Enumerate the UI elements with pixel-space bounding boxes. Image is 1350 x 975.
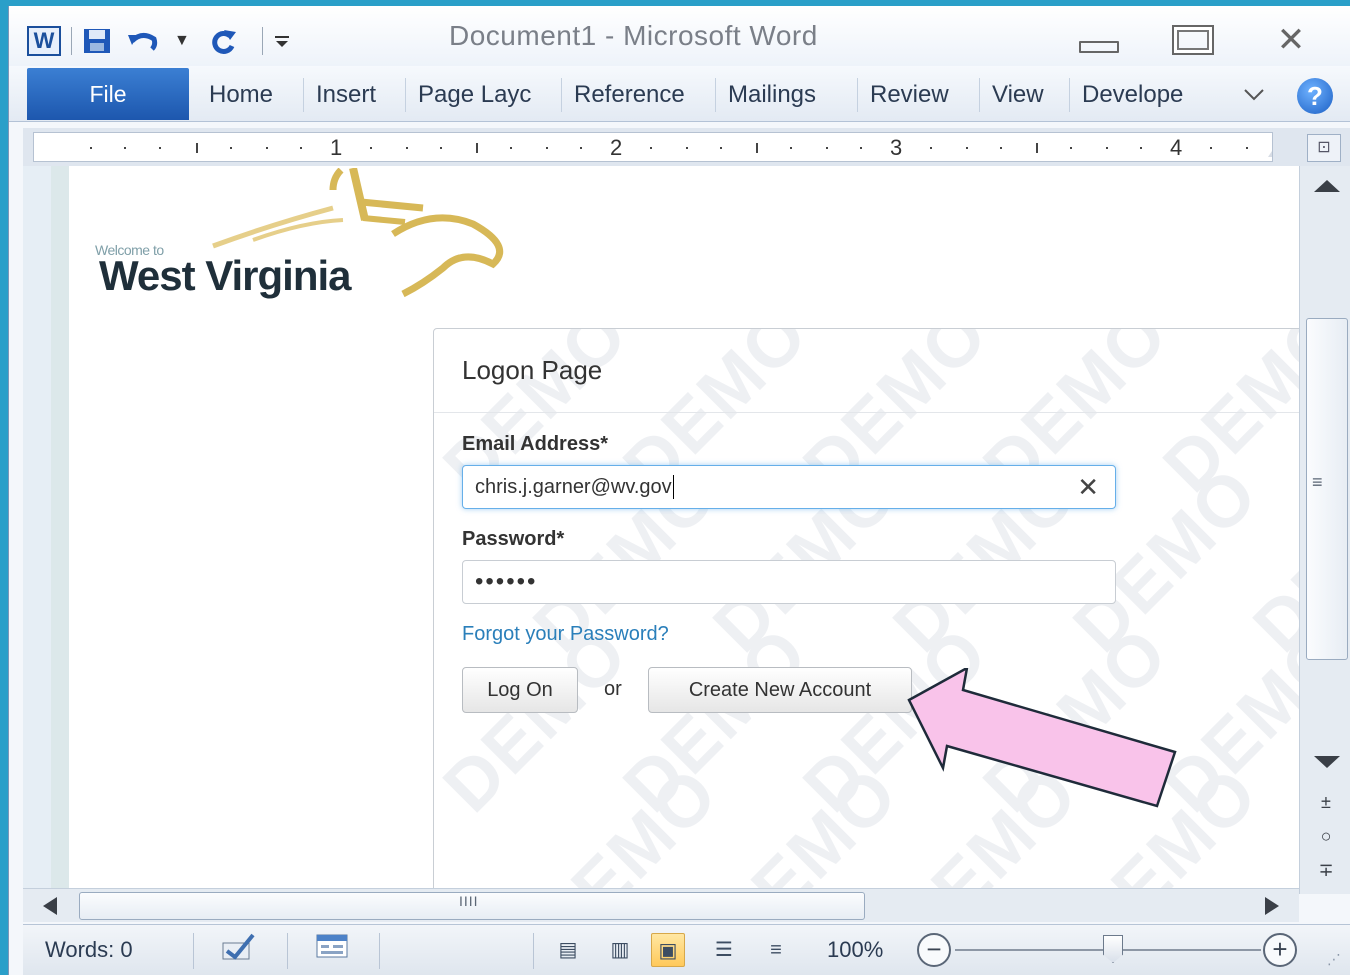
password-field[interactable]: •••••• bbox=[462, 560, 1116, 604]
resize-grip-icon[interactable]: ⋰ bbox=[1327, 951, 1341, 968]
tab-insert[interactable]: Insert bbox=[303, 78, 388, 112]
tab-review[interactable]: Review bbox=[857, 78, 961, 112]
password-label: Password* bbox=[462, 528, 565, 550]
redo-icon[interactable] bbox=[208, 26, 238, 56]
undo-dropdown-icon[interactable]: ▼ bbox=[174, 26, 190, 56]
clear-icon[interactable]: ✕ bbox=[1077, 472, 1099, 503]
word-window: W ▼ Document1 - Microsoft Word ✕ File Ho… bbox=[8, 6, 1350, 975]
email-value: chris.j.garner@wv.gov bbox=[475, 475, 672, 498]
undo-icon[interactable] bbox=[126, 26, 160, 56]
ruler-number: 4 bbox=[1170, 135, 1183, 160]
close-button[interactable]: ✕ bbox=[1265, 21, 1317, 59]
forgot-password-link[interactable]: Forgot your Password? bbox=[462, 623, 669, 646]
full-screen-reading-icon[interactable]: ▥ bbox=[603, 933, 637, 967]
ribbon-tabs: File Home Insert Page Layc Reference Mai… bbox=[9, 66, 1350, 122]
draft-view-icon[interactable]: ≡ bbox=[759, 933, 793, 967]
scroll-right-icon[interactable] bbox=[1265, 897, 1279, 915]
zoom-slider-thumb[interactable] bbox=[1103, 935, 1123, 963]
word-count[interactable]: Words: 0 bbox=[45, 937, 133, 963]
scroll-down-icon[interactable] bbox=[1314, 756, 1340, 768]
ruler-number: 1 bbox=[330, 135, 343, 160]
previous-page-icon[interactable]: ± bbox=[1314, 792, 1338, 813]
vertical-scrollbar[interactable]: ≡ ± ○ ∓ bbox=[1299, 166, 1350, 894]
proofing-icon[interactable] bbox=[217, 933, 257, 970]
email-label: Email Address* bbox=[462, 433, 608, 455]
scroll-grip-icon: ≡ bbox=[1312, 472, 1323, 492]
tab-references[interactable]: Reference bbox=[561, 78, 713, 112]
email-field[interactable]: chris.j.garner@wv.gov ✕ bbox=[462, 465, 1116, 509]
text-caret bbox=[672, 475, 674, 499]
qat-separator bbox=[261, 27, 263, 55]
annotation-arrow bbox=[907, 668, 1177, 808]
logo-state-name: West Virginia bbox=[99, 252, 352, 299]
panel-header: Logon Page bbox=[434, 329, 1299, 413]
scroll-grip-icon: IIII bbox=[459, 893, 479, 909]
status-bar: Words: 0 ▤ ▥ ▣ ☰ ≡ 100% − + ⋰ bbox=[23, 924, 1350, 975]
ruler-number: 3 bbox=[890, 135, 903, 160]
next-page-icon[interactable]: ∓ bbox=[1314, 860, 1338, 881]
page-title: Logon Page bbox=[462, 355, 603, 385]
view-ruler-icon[interactable]: ⊡ bbox=[1307, 134, 1341, 162]
minimize-button[interactable] bbox=[1073, 22, 1125, 58]
tab-view[interactable]: View bbox=[979, 78, 1056, 112]
web-layout-view-icon[interactable]: ▣ bbox=[651, 933, 685, 967]
zoom-in-icon[interactable]: + bbox=[1263, 933, 1297, 967]
tab-mailings[interactable]: Mailings bbox=[715, 78, 828, 112]
macro-recording-icon[interactable] bbox=[315, 933, 349, 966]
customize-qat-icon[interactable] bbox=[273, 26, 291, 56]
title-bar: W ▼ Document1 - Microsoft Word ✕ bbox=[9, 6, 1350, 66]
ribbon-collapse-icon[interactable] bbox=[1243, 82, 1265, 108]
print-layout-view-icon[interactable]: ▤ bbox=[551, 933, 585, 967]
select-browse-object-icon[interactable]: ○ bbox=[1314, 826, 1338, 847]
tab-developer[interactable]: Develope bbox=[1069, 78, 1221, 112]
scroll-left-icon[interactable] bbox=[43, 897, 57, 915]
ruler-number: 2 bbox=[610, 135, 623, 160]
or-text: or bbox=[604, 678, 622, 700]
page-margin-strip bbox=[51, 166, 69, 888]
tab-home[interactable]: Home bbox=[197, 78, 285, 112]
quick-access-toolbar: W ▼ bbox=[27, 26, 305, 56]
help-icon[interactable]: ? bbox=[1297, 78, 1333, 114]
ruler-row: 1 2 3 4 ⊡ bbox=[23, 128, 1350, 166]
create-account-button[interactable]: Create New Account bbox=[648, 667, 912, 713]
qat-separator bbox=[71, 27, 72, 55]
scroll-up-icon[interactable] bbox=[1314, 180, 1340, 192]
horizontal-scrollbar[interactable]: IIII bbox=[23, 888, 1299, 922]
right-indent-marker[interactable] bbox=[1268, 139, 1272, 157]
restore-button[interactable] bbox=[1167, 22, 1219, 58]
password-mask: •••••• bbox=[475, 568, 538, 595]
page-margin bbox=[23, 166, 51, 888]
tab-file[interactable]: File bbox=[27, 68, 189, 120]
zoom-out-icon[interactable]: − bbox=[917, 933, 951, 967]
log-on-button[interactable]: Log On bbox=[462, 667, 578, 713]
word-app-icon[interactable]: W bbox=[27, 26, 61, 56]
save-icon[interactable] bbox=[82, 26, 112, 56]
horizontal-ruler[interactable]: 1 2 3 4 bbox=[33, 132, 1273, 162]
outline-view-icon[interactable]: ☰ bbox=[707, 933, 741, 967]
tab-page-layout[interactable]: Page Layc bbox=[405, 78, 561, 112]
window-title: Document1 - Microsoft Word bbox=[449, 20, 818, 51]
zoom-level[interactable]: 100% bbox=[827, 937, 883, 963]
